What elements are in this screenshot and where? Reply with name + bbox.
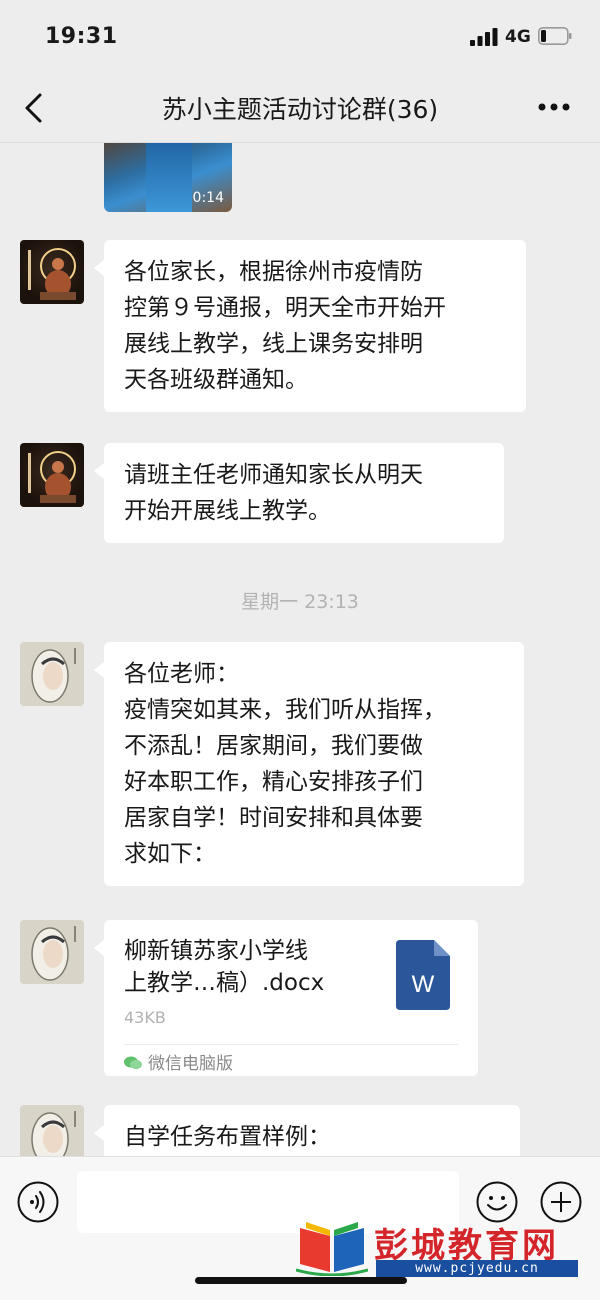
wechat-logo-icon [124, 1056, 142, 1070]
message-line: 居家自学！时间安排和具体要 [124, 805, 423, 831]
message-line: 各位家长，根据徐州市疫情防 [124, 259, 423, 285]
status-time: 19:31 [45, 24, 118, 49]
svg-text:W: W [412, 971, 435, 998]
status-bar: 19:31 4G [0, 0, 600, 72]
network-type: 4G [505, 27, 531, 47]
message-line: 展线上教学，线上课务安排明 [124, 331, 423, 357]
chat-title: 苏小主题活动讨论群(36) [161, 95, 439, 124]
avatar[interactable] [20, 443, 84, 507]
more-options-icon[interactable] [538, 102, 570, 112]
message-line: 自学任务布置样例： [124, 1124, 331, 1150]
message-bubble[interactable]: 各位老师： 疫情突如其来，我们听从指挥， 不添乱！居家期间，我们要做 好本职工作… [94, 642, 524, 886]
message-line: 控第９号通报，明天全市开始开 [124, 295, 446, 321]
file-card-divider [124, 1044, 458, 1045]
portrait-avatar-image [31, 648, 76, 703]
message-line: 各位老师： [124, 661, 239, 687]
avatar[interactable] [20, 240, 84, 304]
message-line: 天各班级群通知。 [124, 367, 308, 393]
avatar[interactable] [20, 1105, 84, 1156]
voice-input-icon[interactable] [17, 1181, 59, 1223]
watermark: 彭城教育网 www.pcjyedu.cn [296, 1216, 586, 1278]
book-logo-icon [296, 1222, 368, 1276]
buddha-avatar-image [28, 248, 76, 300]
file-name: 柳新镇苏家小学线 上教学…稿）.docx [124, 938, 325, 996]
message-timestamp: 星期一 23:13 [241, 591, 359, 613]
watermark-url: www.pcjyedu.cn [376, 1260, 578, 1277]
buddha-avatar-image [28, 451, 76, 503]
signal-icon [470, 28, 498, 46]
nav-bar: 苏小主题活动讨论群(36) [0, 72, 600, 143]
message-bubble[interactable]: 各位家长，根据徐州市疫情防 控第９号通报，明天全市开始开 展线上教学，线上课务安… [94, 240, 526, 412]
home-indicator [195, 1277, 407, 1284]
message-list[interactable]: 0:14 各位家长，根据徐州市疫情防 控第９号通报，明天全市开始开 展线上教学，… [0, 143, 600, 1156]
message-line: 疫情突如其来，我们听从指挥， [124, 697, 446, 723]
message-line: 请班主任老师通知家长从明天 [124, 462, 423, 488]
message-line: 求如下： [124, 841, 216, 867]
video-duration: 0:14 [192, 190, 224, 206]
avatar[interactable] [20, 642, 84, 706]
file-source-label: 微信电脑版 [148, 1054, 233, 1074]
video-thumbnail-image [146, 143, 192, 212]
video-message[interactable]: 0:14 [104, 143, 232, 212]
file-size: 43KB [124, 1008, 166, 1027]
message-line: 好本职工作，精心安排孩子们 [124, 769, 423, 795]
message-line: 开始开展线上教学。 [124, 498, 331, 524]
portrait-avatar-image [31, 1111, 76, 1156]
message-bubble[interactable]: 自学任务布置样例： [94, 1105, 520, 1156]
message-bubble[interactable]: 请班主任老师通知家长从明天 开始开展线上教学。 [94, 443, 504, 543]
battery-icon [538, 27, 572, 45]
portrait-avatar-image [31, 926, 76, 981]
message-line: 不添乱！居家期间，我们要做 [124, 733, 423, 759]
file-source: 微信电脑版 [124, 1049, 233, 1074]
avatar[interactable] [20, 920, 84, 984]
word-document-icon: W [396, 940, 450, 1010]
